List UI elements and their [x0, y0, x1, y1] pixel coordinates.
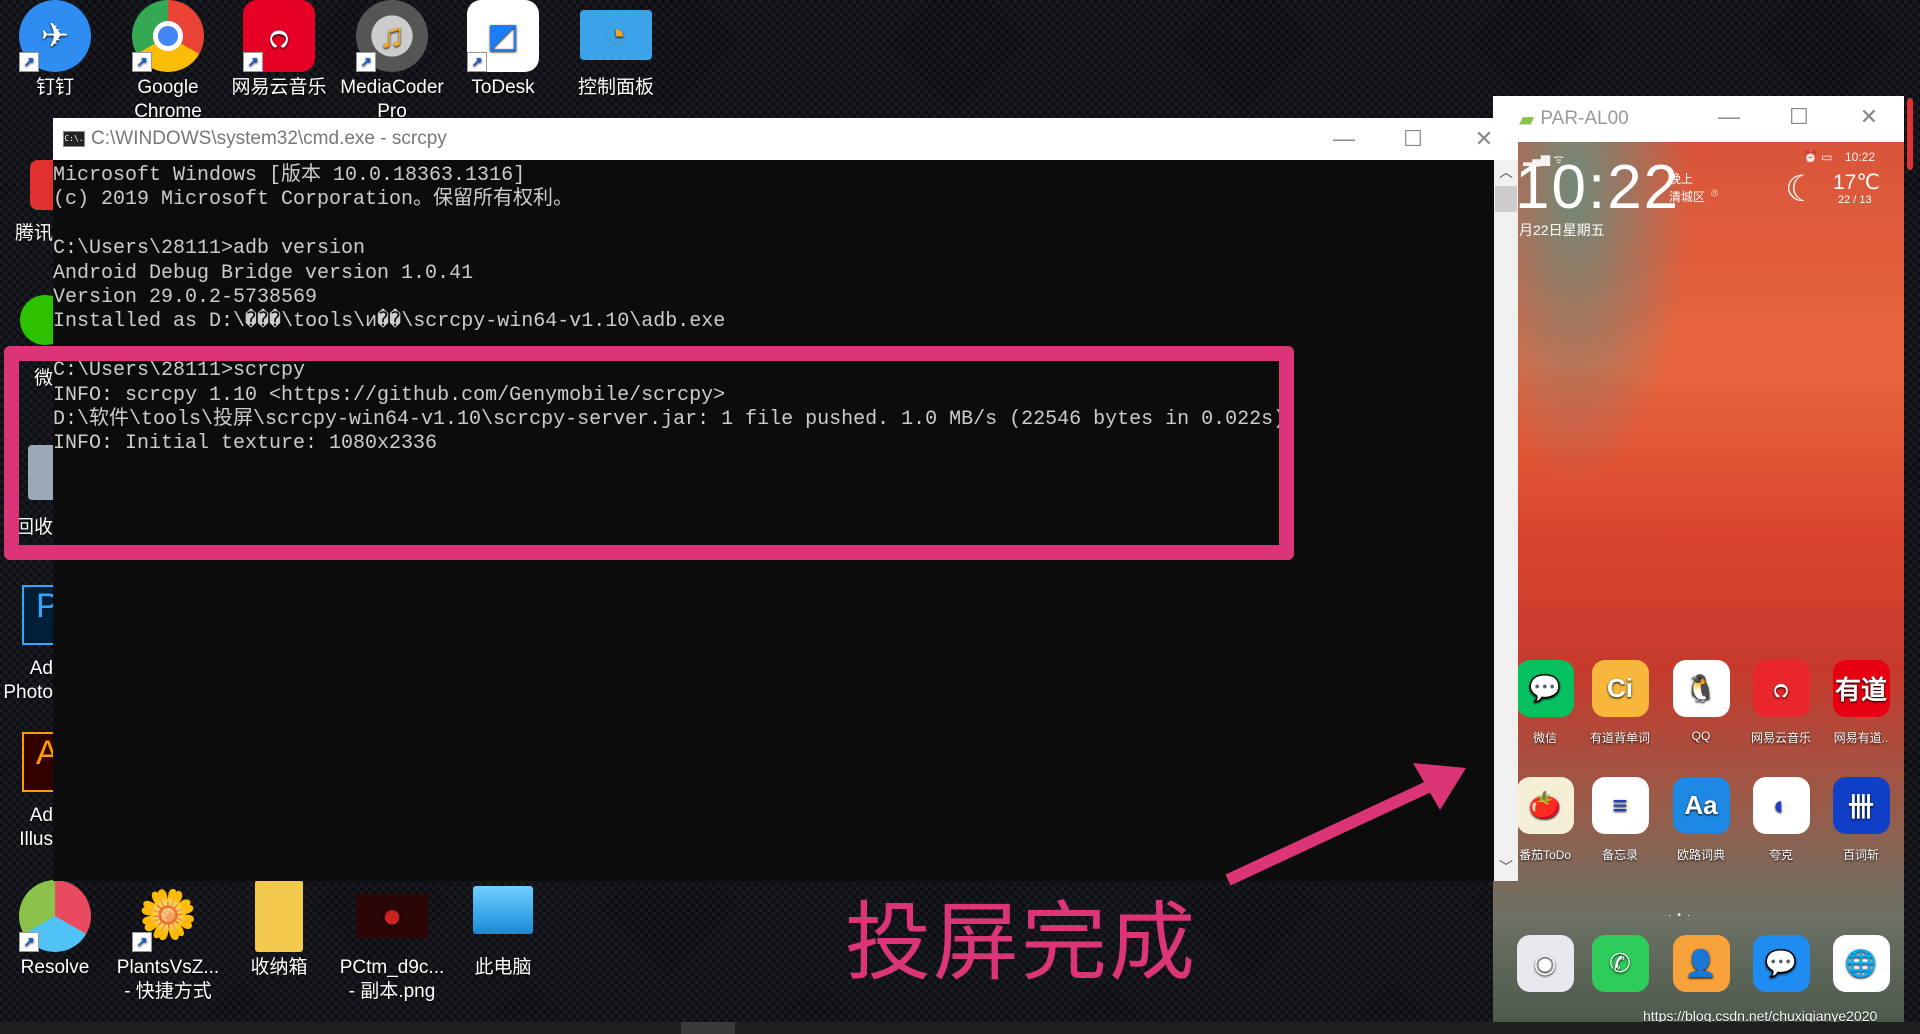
- arrow-shaft: [1225, 780, 1433, 886]
- taskbar-active-item[interactable]: [681, 1022, 735, 1034]
- taskbar[interactable]: [0, 1022, 1920, 1034]
- callout-text: 投屏完成: [845, 893, 1197, 993]
